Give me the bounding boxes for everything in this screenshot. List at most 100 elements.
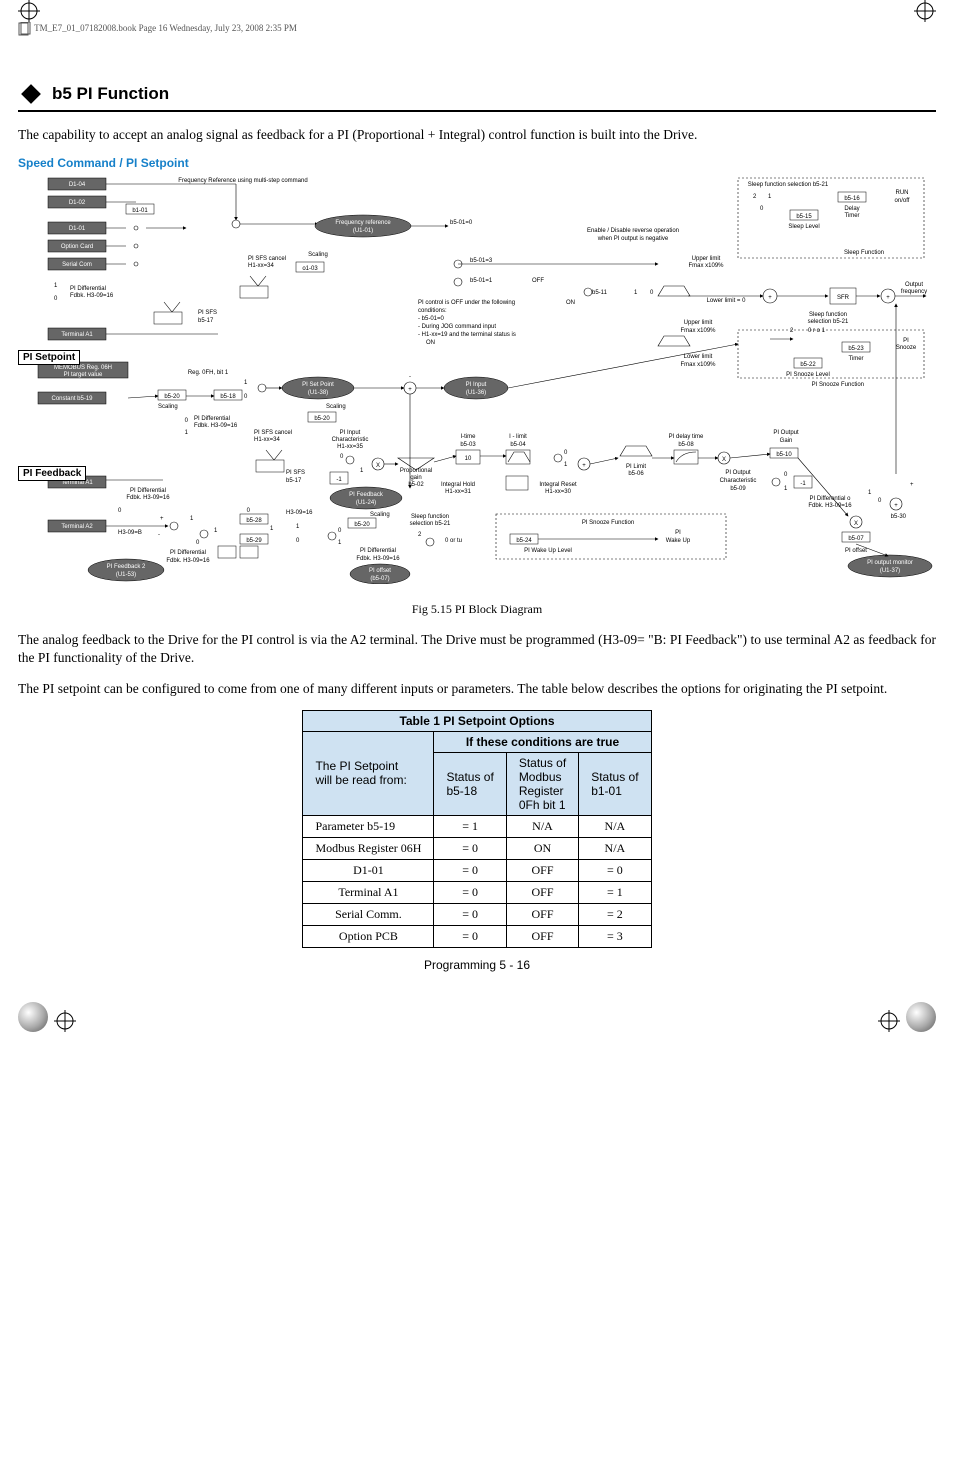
svg-text:when PI output is negative: when PI output is negative xyxy=(597,236,669,242)
svg-text:D1-02: D1-02 xyxy=(69,200,86,206)
svg-text:X: X xyxy=(722,457,726,463)
svg-text:ON: ON xyxy=(566,300,575,306)
svg-text:o1-03: o1-03 xyxy=(302,266,318,272)
svg-text:b5-30: b5-30 xyxy=(891,514,907,520)
svg-text:Integral Hold: Integral Hold xyxy=(441,482,475,488)
svg-text:b5-20: b5-20 xyxy=(354,522,370,528)
svg-text:PI: PI xyxy=(675,530,681,536)
svg-text:b5-11: b5-11 xyxy=(592,290,608,296)
table-row: Terminal A1= 0OFF= 1 xyxy=(303,881,651,903)
svg-text:(U1-53): (U1-53) xyxy=(116,572,136,578)
svg-text:-: - xyxy=(158,532,160,538)
crosshair-icon xyxy=(878,1010,900,1032)
svg-text:2: 2 xyxy=(753,194,757,200)
svg-text:Integral Reset: Integral Reset xyxy=(539,482,577,488)
svg-text:X: X xyxy=(854,521,858,527)
svg-text:X: X xyxy=(376,463,380,469)
page-top-marks xyxy=(18,0,936,22)
svg-text:Sleep function: Sleep function xyxy=(809,312,847,318)
svg-text:1: 1 xyxy=(185,430,189,436)
svg-text:1: 1 xyxy=(564,462,568,468)
svg-text:Delay: Delay xyxy=(844,206,859,212)
svg-text:PI Differential: PI Differential xyxy=(70,286,106,292)
svg-text:selection b5-21: selection b5-21 xyxy=(410,521,451,527)
table-row-header: The PI Setpointwill be read from: xyxy=(303,731,434,815)
svg-text:H3-09=B: H3-09=B xyxy=(118,530,142,536)
svg-text:b5-03: b5-03 xyxy=(460,442,476,448)
svg-text:b1-01: b1-01 xyxy=(132,208,148,214)
crosshair-icon xyxy=(914,0,936,22)
svg-text:Characteristic: Characteristic xyxy=(332,437,369,443)
svg-text:Fdbk. H3-09=16: Fdbk. H3-09=16 xyxy=(808,503,852,509)
svg-text:1: 1 xyxy=(296,524,300,530)
svg-text:1: 1 xyxy=(244,380,248,386)
paragraph-3: The PI setpoint can be configured to com… xyxy=(18,680,936,698)
svg-text:b5-06: b5-06 xyxy=(628,471,644,477)
pi-setpoint-label: PI Setpoint xyxy=(18,350,80,365)
svg-text:PI Input: PI Input xyxy=(466,382,487,388)
svg-text:PI Differential: PI Differential xyxy=(130,488,166,494)
svg-text:Sleep function: Sleep function xyxy=(411,514,449,520)
svg-text:Frequency reference: Frequency reference xyxy=(335,220,391,226)
svg-text:-: - xyxy=(409,374,411,380)
pi-block-diagram: PI Setpoint PI Feedback D1-04 D1-02 D1-0… xyxy=(18,174,936,584)
svg-text:+: + xyxy=(160,516,164,522)
svg-text:b5-01=0: b5-01=0 xyxy=(450,220,473,226)
svg-text:0 r o 1: 0 r o 1 xyxy=(808,328,826,334)
svg-text:b5-23: b5-23 xyxy=(848,346,864,352)
paragraph-2: The analog feedback to the Drive for the… xyxy=(18,631,936,667)
svg-text:Scaling: Scaling xyxy=(370,512,390,518)
svg-text:OFF: OFF xyxy=(532,278,544,284)
svg-text:PI Snooze Function: PI Snooze Function xyxy=(812,382,864,388)
svg-text:H1-xx=30: H1-xx=30 xyxy=(545,489,572,495)
subsection-heading: Speed Command / PI Setpoint xyxy=(18,156,936,170)
table-group-header: If these conditions are true xyxy=(434,731,651,752)
svg-text:PI Wake Up Level: PI Wake Up Level xyxy=(524,548,572,554)
svg-text:- H1-xx=19 and the terminal st: - H1-xx=19 and the terminal status is xyxy=(418,332,516,338)
svg-text:Enable / Disable reverse opera: Enable / Disable reverse operation xyxy=(587,228,679,234)
svg-text:(U1-37): (U1-37) xyxy=(880,568,900,574)
svg-text:Timer: Timer xyxy=(844,213,859,219)
svg-text:b5-15: b5-15 xyxy=(796,214,812,220)
svg-text:RUN: RUN xyxy=(896,190,909,196)
svg-text:Sleep Level: Sleep Level xyxy=(788,224,819,230)
svg-text:PI control is OFF under the fo: PI control is OFF under the following xyxy=(418,300,515,306)
svg-text:(U1-01): (U1-01) xyxy=(353,228,373,234)
svg-text:PI target value: PI target value xyxy=(64,372,103,378)
svg-text:b5-02: b5-02 xyxy=(408,482,424,488)
svg-text:b5-01=3: b5-01=3 xyxy=(470,258,493,264)
svg-text:Option Card: Option Card xyxy=(61,244,93,250)
svg-text:ON: ON xyxy=(426,340,435,346)
svg-text:on/off: on/off xyxy=(895,198,910,204)
svg-text:PI SFS: PI SFS xyxy=(286,470,305,476)
globe-icon xyxy=(18,1002,48,1032)
svg-text:Timer: Timer xyxy=(848,356,863,362)
svg-text:1: 1 xyxy=(634,290,638,296)
table-row: Parameter b5-19= 1N/AN/A xyxy=(303,815,651,837)
svg-text:Lower limit: Lower limit xyxy=(684,354,713,360)
svg-text:1: 1 xyxy=(784,486,788,492)
svg-text:PI offset: PI offset xyxy=(845,548,867,554)
svg-text:0: 0 xyxy=(650,290,654,296)
header-note: TM_E7_01_07182008.book Page 16 Wednesday… xyxy=(18,22,936,36)
svg-text:MEMOBUS Reg. 06H: MEMOBUS Reg. 06H xyxy=(54,365,112,371)
svg-text:PI Snooze Function: PI Snooze Function xyxy=(582,520,634,526)
svg-text:H1-xx=34: H1-xx=34 xyxy=(254,437,281,443)
svg-text:I - limit: I - limit xyxy=(509,434,527,440)
svg-text:Lower limit = 0: Lower limit = 0 xyxy=(707,298,747,304)
svg-text:PI Differential: PI Differential xyxy=(360,548,396,554)
svg-text:Reg. 0FH, bit 1: Reg. 0FH, bit 1 xyxy=(188,370,229,376)
svg-text:Wake Up: Wake Up xyxy=(666,538,691,544)
page-bottom-marks xyxy=(18,1002,936,1032)
svg-text:selection b5-21: selection b5-21 xyxy=(808,319,849,325)
svg-text:(b5-07): (b5-07) xyxy=(370,576,389,582)
svg-text:conditions:: conditions: xyxy=(418,308,447,314)
svg-text:(U1-38): (U1-38) xyxy=(308,390,328,396)
svg-text:PI output monitor: PI output monitor xyxy=(867,560,913,566)
intro-paragraph: The capability to accept an analog signa… xyxy=(18,126,936,144)
header-note-text: TM_E7_01_07182008.book Page 16 Wednesday… xyxy=(34,23,297,33)
svg-text:PI: PI xyxy=(903,338,909,344)
svg-text:0: 0 xyxy=(760,206,764,212)
section-title: b5 PI Function xyxy=(52,84,169,104)
svg-text:1: 1 xyxy=(270,526,274,532)
